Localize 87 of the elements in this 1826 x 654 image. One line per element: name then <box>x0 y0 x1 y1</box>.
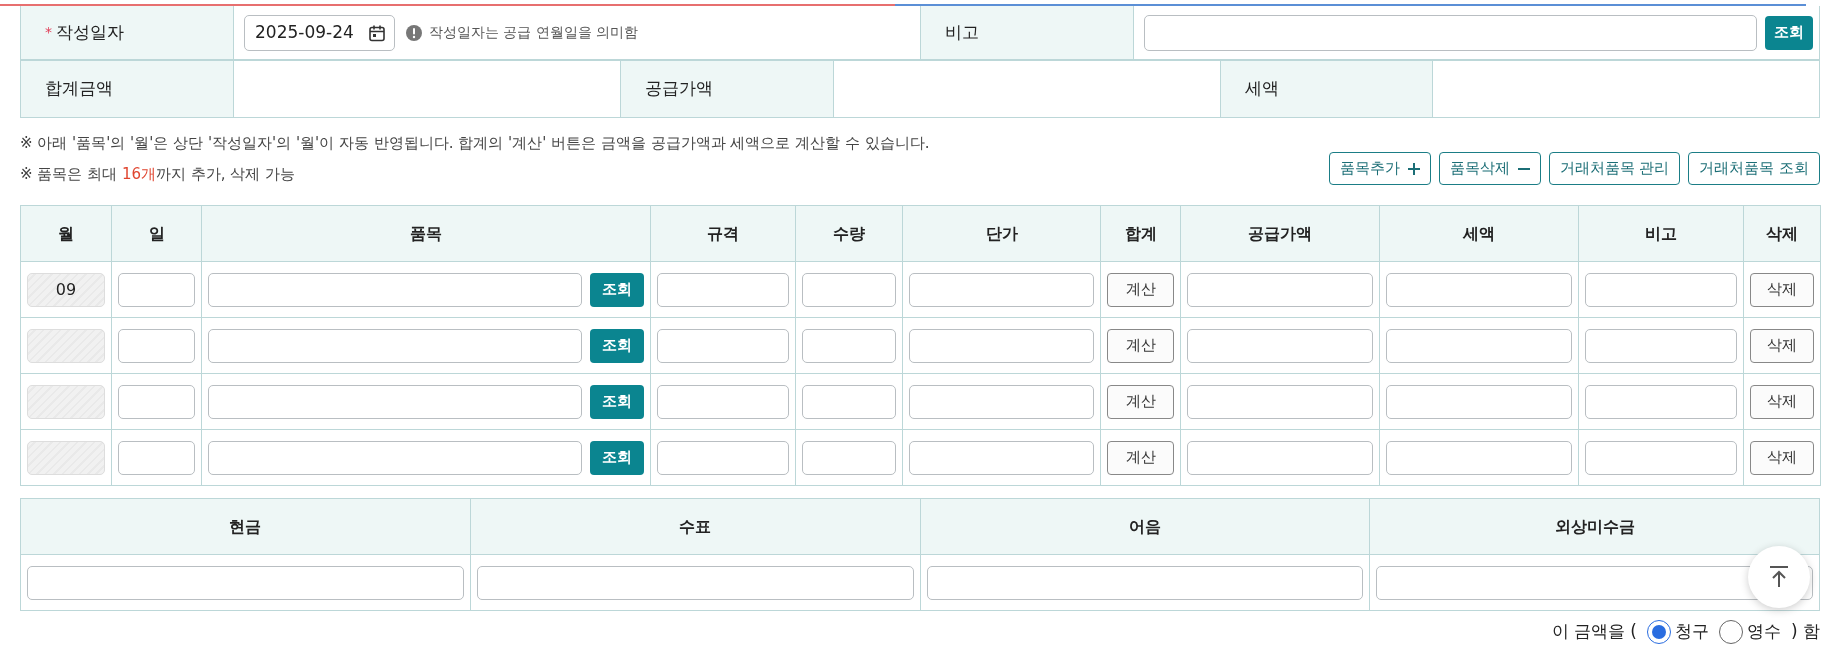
unit-price-field[interactable] <box>909 272 1094 307</box>
lookup-button[interactable]: 조회 <box>1765 15 1813 50</box>
remark-field[interactable] <box>1585 384 1737 419</box>
lookup-button[interactable]: 조회 <box>590 328 644 363</box>
unit-price-field[interactable] <box>909 328 1094 363</box>
toolbar-button[interactable]: 품목추가 <box>1328 152 1431 185</box>
quantity-field[interactable] <box>802 384 896 419</box>
remark-field[interactable] <box>1585 440 1737 475</box>
column-header: 월 <box>20 205 112 262</box>
column-header: 품목 <box>201 205 651 262</box>
choice-text: 이 금액을 ( <box>1551 620 1637 643</box>
amount-field[interactable] <box>476 565 914 600</box>
field-label: 세액 <box>1221 61 1433 117</box>
column-header: 수표 <box>470 498 920 555</box>
field-label: 작성일자 <box>56 20 124 44</box>
column-header: 현금 <box>20 498 471 555</box>
item-field[interactable] <box>208 440 582 475</box>
column-header: 합계 <box>1100 205 1181 262</box>
toolbar-button[interactable]: 거래처품목 관리 <box>1548 152 1681 185</box>
day-field[interactable] <box>118 328 195 363</box>
column-header: 세액 <box>1379 205 1579 262</box>
toolbar-button[interactable]: 거래처품목 조회 <box>1688 152 1820 185</box>
column-header: 규격 <box>650 205 796 262</box>
column-header: 단가 <box>902 205 1101 262</box>
quantity-field[interactable] <box>802 272 896 307</box>
spec-field[interactable] <box>657 384 789 419</box>
supply-amount-field[interactable] <box>1187 384 1373 419</box>
column-header: 삭제 <box>1743 205 1821 262</box>
remark-field[interactable] <box>1585 272 1737 307</box>
field-label: 비고 <box>921 6 1134 59</box>
amount-field[interactable] <box>926 565 1364 600</box>
tax-field[interactable] <box>1386 328 1572 363</box>
arrow-up-icon <box>1769 566 1789 588</box>
info-icon <box>405 23 423 42</box>
item-field[interactable] <box>208 384 582 419</box>
hint-text: 작성일자는 공급 연월일을 의미함 <box>429 23 639 42</box>
spec-field[interactable] <box>657 272 789 307</box>
spec-field[interactable] <box>657 440 789 475</box>
choice-text: ) 함 <box>1790 620 1820 643</box>
column-header: 어음 <box>920 498 1370 555</box>
column-header: 외상미수금 <box>1369 498 1820 555</box>
column-header: 공급가액 <box>1180 205 1380 262</box>
calculate-button[interactable]: 계산 <box>1107 440 1174 475</box>
supply-amount-field[interactable] <box>1187 272 1373 307</box>
lookup-button[interactable]: 조회 <box>590 272 644 307</box>
delete-button[interactable]: 삭제 <box>1750 440 1814 475</box>
item-field[interactable] <box>208 272 582 307</box>
unit-price-field[interactable] <box>909 384 1094 419</box>
calendar-icon <box>368 23 386 42</box>
field-label: 공급가액 <box>621 61 834 117</box>
tax-field[interactable] <box>1386 440 1572 475</box>
note-text: ※ 품목은 최대 16개까지 추가, 삭제 가능 <box>20 163 297 185</box>
month-field: 09 <box>27 272 105 307</box>
amount-field[interactable] <box>27 565 464 600</box>
calculate-button[interactable]: 계산 <box>1107 384 1174 419</box>
supply-amount-field[interactable] <box>1187 328 1373 363</box>
field-label: 합계금액 <box>21 61 234 117</box>
lookup-button[interactable]: 조회 <box>590 384 644 419</box>
item-field[interactable] <box>208 328 582 363</box>
quantity-field[interactable] <box>802 328 896 363</box>
remark-field[interactable] <box>1144 14 1757 51</box>
tax-field[interactable] <box>1386 384 1572 419</box>
column-header: 일 <box>111 205 202 262</box>
toolbar-button[interactable]: 품목삭제 <box>1438 152 1541 185</box>
column-header: 수량 <box>795 205 903 262</box>
supply-amount-field[interactable] <box>1187 440 1373 475</box>
remark-field[interactable] <box>1585 328 1737 363</box>
note-text: ※ 아래 '품목'의 '월'은 상단 '작성일자'의 '월'이 자동 반영됩니다. 합계의 '계산' 버튼은 금액을 공급가액과 세액으로 계산할 수 있습니다. <box>20 133 930 154</box>
quantity-field[interactable] <box>802 440 896 475</box>
calculate-button[interactable]: 계산 <box>1107 328 1174 363</box>
delete-button[interactable]: 삭제 <box>1750 384 1814 419</box>
delete-button[interactable]: 삭제 <box>1750 272 1814 307</box>
delete-button[interactable]: 삭제 <box>1750 328 1814 363</box>
plus-icon <box>1407 162 1420 175</box>
day-field[interactable] <box>118 384 195 419</box>
column-header: 비고 <box>1578 205 1744 262</box>
spec-field[interactable] <box>657 328 789 363</box>
day-field[interactable] <box>118 440 195 475</box>
unit-price-field[interactable] <box>909 440 1094 475</box>
date-field[interactable]: 2025-09-24 <box>244 14 395 51</box>
calculate-button[interactable]: 계산 <box>1107 272 1174 307</box>
radio-option[interactable]: 영수 <box>1718 619 1781 645</box>
tax-field[interactable] <box>1386 272 1572 307</box>
required-mark: * <box>45 23 52 42</box>
day-field[interactable] <box>118 272 195 307</box>
lookup-button[interactable]: 조회 <box>590 440 644 475</box>
radio-option[interactable]: 청구 <box>1646 619 1709 645</box>
